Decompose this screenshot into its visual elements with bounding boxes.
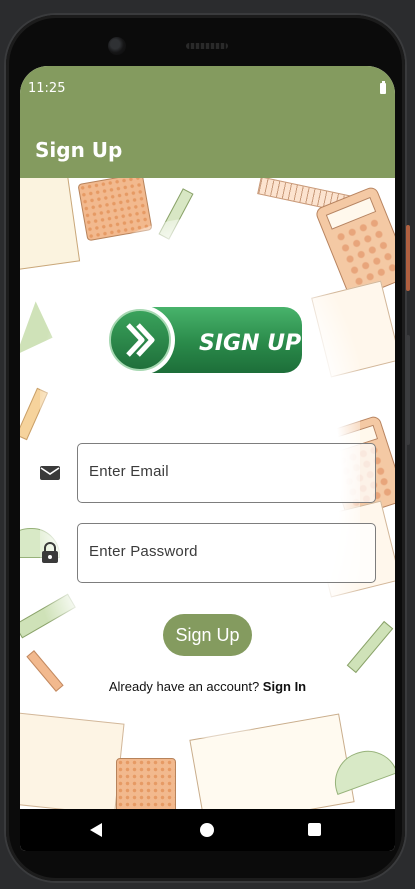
power-button — [406, 225, 410, 291]
navigation-bar — [20, 809, 395, 851]
email-field[interactable]: Enter Email — [77, 443, 376, 503]
formula-paper-doodle — [20, 712, 125, 809]
lock-icon — [42, 542, 58, 563]
signin-prompt: Already have an account? — [108, 679, 260, 694]
back-icon[interactable] — [90, 823, 102, 837]
signup-logo: SIGN UP — [104, 305, 304, 375]
password-placeholder: Enter Password — [89, 543, 198, 560]
email-row: Enter Email — [20, 443, 395, 503]
app-bar: Sign Up — [20, 110, 395, 178]
page-title: Sign Up — [35, 138, 123, 162]
logo-text: SIGN UP — [199, 331, 301, 356]
signup-button[interactable]: Sign Up — [163, 614, 252, 656]
email-placeholder: Enter Email — [89, 463, 169, 480]
pencil-cup-doodle-2 — [116, 758, 176, 809]
email-icon — [40, 466, 60, 480]
screen: 11:25 Sign Up SIGN UP Enter Email Enter … — [20, 66, 395, 851]
earpiece-speaker — [186, 43, 228, 49]
signup-logo-graphic: SIGN UP — [105, 305, 302, 375]
home-icon[interactable] — [200, 823, 214, 837]
notebook-doodle — [20, 178, 81, 270]
signin-link[interactable]: Sign In — [263, 679, 306, 694]
battery-icon — [380, 81, 386, 94]
signin-prompt-line: Already have an account? Sign In — [20, 679, 395, 694]
password-field[interactable]: Enter Password — [77, 523, 376, 583]
volume-button — [406, 335, 410, 445]
front-camera — [108, 37, 126, 55]
password-row: Enter Password — [20, 523, 395, 583]
pencil-doodle-2 — [346, 620, 394, 674]
status-bar: 11:25 — [20, 66, 395, 110]
recent-apps-icon[interactable] — [308, 823, 321, 836]
status-time: 11:25 — [28, 81, 66, 96]
